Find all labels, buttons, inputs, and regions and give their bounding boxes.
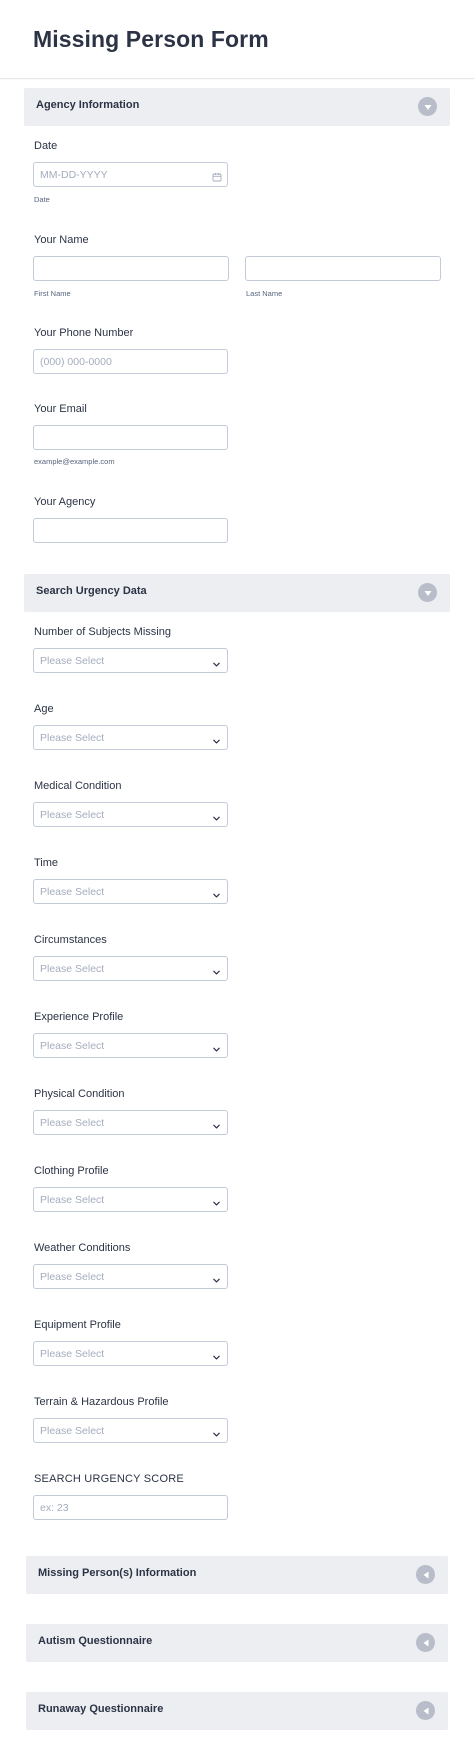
select-value: Please Select (40, 963, 105, 975)
age-label: Age (34, 703, 54, 715)
section-title: Agency Information (36, 99, 140, 111)
select-value: Please Select (40, 886, 105, 898)
date-input[interactable] (33, 162, 228, 187)
chevron-down-icon (212, 656, 221, 667)
chevron-down-icon (212, 1272, 221, 1283)
select-value: Please Select (40, 1425, 105, 1437)
select-value: Please Select (40, 1348, 105, 1360)
last-name-sublabel: Last Name (246, 289, 283, 298)
calendar-icon[interactable] (212, 169, 222, 182)
equipment-profile-select[interactable]: Please Select (33, 1341, 228, 1366)
phone-input[interactable] (33, 349, 228, 374)
weather-conditions-select[interactable]: Please Select (33, 1264, 228, 1289)
chevron-down-icon (212, 1195, 221, 1206)
search-urgency-score-label: SEARCH URGENCY SCORE (34, 1473, 184, 1485)
email-sublabel: example@example.com (34, 457, 115, 466)
select-value: Please Select (40, 732, 105, 744)
clothing-profile-label: Clothing Profile (34, 1165, 109, 1177)
collapse-down-icon[interactable] (418, 97, 437, 116)
section-autism-questionnaire[interactable]: Autism Questionnaire (26, 1624, 448, 1662)
circumstances-select[interactable]: Please Select (33, 956, 228, 981)
first-name-sublabel: First Name (34, 289, 71, 298)
chevron-down-icon (212, 733, 221, 744)
section-title: Runaway Questionnaire (38, 1703, 164, 1715)
section-search-urgency-data[interactable]: Search Urgency Data (24, 574, 450, 612)
section-title: Autism Questionnaire (38, 1635, 153, 1647)
clothing-profile-select[interactable]: Please Select (33, 1187, 228, 1212)
chevron-down-icon (212, 1118, 221, 1129)
select-value: Please Select (40, 1194, 105, 1206)
chevron-down-icon (212, 964, 221, 975)
circumstances-label: Circumstances (34, 934, 107, 946)
medical-condition-select[interactable]: Please Select (33, 802, 228, 827)
experience-profile-label: Experience Profile (34, 1011, 124, 1023)
name-label: Your Name (34, 234, 89, 246)
collapse-down-icon[interactable] (418, 583, 437, 602)
time-select[interactable]: Please Select (33, 879, 228, 904)
select-value: Please Select (40, 655, 105, 667)
section-agency-information[interactable]: Agency Information (24, 88, 450, 126)
section-title: Search Urgency Data (36, 585, 147, 597)
select-value: Please Select (40, 809, 105, 821)
email-label: Your Email (34, 403, 87, 415)
physical-condition-select[interactable]: Please Select (33, 1110, 228, 1135)
subjects-missing-label: Number of Subjects Missing (34, 626, 171, 638)
select-value: Please Select (40, 1271, 105, 1283)
search-urgency-score-input[interactable] (33, 1495, 228, 1520)
chevron-down-icon (212, 810, 221, 821)
collapse-left-icon[interactable] (416, 1565, 435, 1584)
equipment-profile-label: Equipment Profile (34, 1319, 121, 1331)
first-name-input[interactable] (33, 256, 229, 281)
chevron-down-icon (212, 1426, 221, 1437)
section-title: Missing Person(s) Information (38, 1567, 197, 1579)
agency-label: Your Agency (34, 496, 96, 508)
subjects-missing-select[interactable]: Please Select (33, 648, 228, 673)
date-sublabel: Date (34, 195, 50, 204)
select-value: Please Select (40, 1117, 105, 1129)
form-header: Missing Person Form (0, 0, 474, 79)
chevron-down-icon (212, 1349, 221, 1360)
section-missing-person-information[interactable]: Missing Person(s) Information (26, 1556, 448, 1594)
last-name-input[interactable] (245, 256, 441, 281)
medical-condition-label: Medical Condition (34, 780, 122, 792)
form-title: Missing Person Form (33, 26, 269, 52)
weather-conditions-label: Weather Conditions (34, 1242, 131, 1254)
experience-profile-select[interactable]: Please Select (33, 1033, 228, 1058)
agency-input[interactable] (33, 518, 228, 543)
chevron-down-icon (212, 1041, 221, 1052)
time-label: Time (34, 857, 59, 869)
date-label: Date (34, 140, 58, 152)
terrain-hazardous-select[interactable]: Please Select (33, 1418, 228, 1443)
select-value: Please Select (40, 1040, 105, 1052)
phone-label: Your Phone Number (34, 327, 134, 339)
collapse-left-icon[interactable] (416, 1701, 435, 1720)
terrain-hazardous-label: Terrain & Hazardous Profile (34, 1396, 169, 1408)
date-field-wrapper (33, 162, 228, 187)
physical-condition-label: Physical Condition (34, 1088, 125, 1100)
age-select[interactable]: Please Select (33, 725, 228, 750)
collapse-left-icon[interactable] (416, 1633, 435, 1652)
section-runaway-questionnaire[interactable]: Runaway Questionnaire (26, 1692, 448, 1730)
email-input[interactable] (33, 425, 228, 450)
chevron-down-icon (212, 887, 221, 898)
